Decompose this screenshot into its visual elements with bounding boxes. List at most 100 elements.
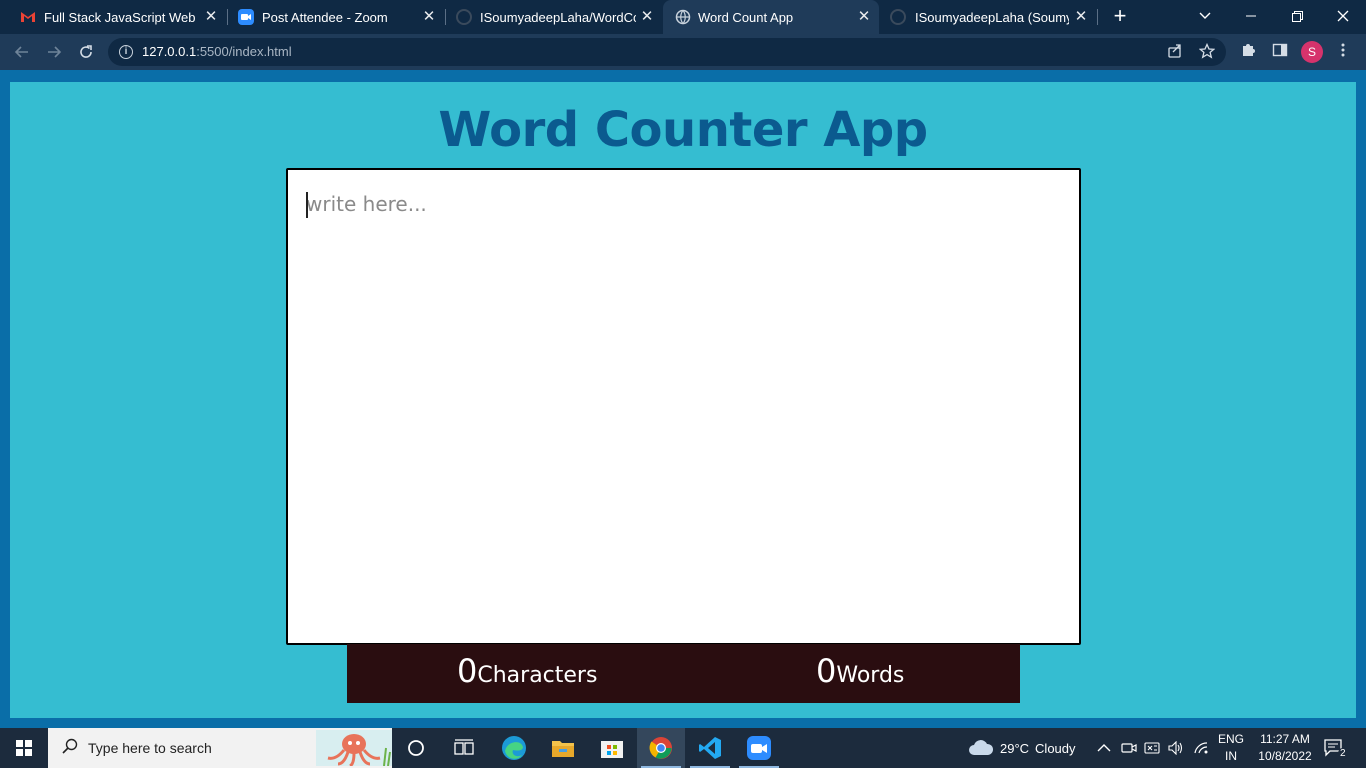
tab-github-repo[interactable]: ISoumyadeepLaha/WordCou ✕ <box>446 0 662 34</box>
tab-title: ISoumyadeepLaha (Soumyad <box>915 9 1069 25</box>
forward-arrow-icon <box>48 46 62 58</box>
profile-avatar[interactable]: S <box>1301 41 1323 63</box>
word-count-value: 0 <box>816 652 837 690</box>
vscode-icon <box>699 737 721 759</box>
edge-icon <box>502 736 526 760</box>
restore-button[interactable] <box>1274 0 1320 32</box>
close-icon <box>1337 10 1349 22</box>
back-arrow-icon <box>14 46 28 58</box>
tab-zoom[interactable]: Post Attendee - Zoom ✕ <box>228 0 444 34</box>
taskbar-search[interactable]: Type here to search <box>48 728 392 768</box>
language-indicator[interactable]: ENG IN <box>1214 731 1248 765</box>
volume-button[interactable] <box>1168 728 1184 768</box>
notification-center-button[interactable]: 2 <box>1324 728 1348 768</box>
back-button[interactable] <box>10 40 34 64</box>
url-path: :5500/index.html <box>196 44 292 59</box>
zoom-icon <box>238 9 254 25</box>
browser-tab-strip: Full Stack JavaScript Web De ✕ Post Atte… <box>0 0 1366 34</box>
globe-icon <box>675 9 691 25</box>
text-input[interactable] <box>288 170 1079 643</box>
windows-taskbar: Type here to search 29°C Cloudy ENG IN 1… <box>0 728 1366 768</box>
close-window-button[interactable] <box>1320 0 1366 32</box>
windows-logo-icon <box>16 740 32 756</box>
zoom-icon <box>747 736 771 760</box>
side-panel-icon[interactable] <box>1270 42 1290 62</box>
file-explorer-icon <box>552 741 574 757</box>
gmail-icon <box>21 12 35 22</box>
tab-gmail[interactable]: Full Stack JavaScript Web De ✕ <box>8 0 226 34</box>
new-tab-button[interactable]: + <box>1108 5 1132 29</box>
restore-icon <box>1291 10 1303 22</box>
tab-close-icon[interactable]: ✕ <box>855 8 873 26</box>
taskbar-edge[interactable] <box>490 728 538 768</box>
show-hidden-icons-button[interactable] <box>1097 728 1111 768</box>
extensions-puzzle-icon[interactable] <box>1238 42 1258 62</box>
kebab-menu-icon[interactable] <box>1333 42 1353 62</box>
tab-search-button[interactable] <box>1182 0 1228 32</box>
taskbar-chrome[interactable] <box>637 728 685 768</box>
task-view-icon <box>454 739 474 755</box>
cortana-icon <box>408 740 424 756</box>
taskbar-file-explorer[interactable] <box>539 728 587 768</box>
minimize-button[interactable] <box>1228 0 1274 32</box>
keyboard-ime-icon <box>1144 742 1160 754</box>
tab-title: Post Attendee - Zoom <box>262 9 388 25</box>
task-view-button[interactable] <box>440 728 488 768</box>
chrome-icon <box>649 737 672 759</box>
tab-title: Word Count App <box>698 9 794 25</box>
taskbar-zoom[interactable] <box>735 728 783 768</box>
weather-temp: 29°C <box>1000 740 1030 756</box>
taskbar-vscode[interactable] <box>686 728 734 768</box>
cloud-icon <box>969 740 994 755</box>
url-host: 127.0.0.1 <box>142 44 197 59</box>
chevron-down-icon <box>1199 12 1211 19</box>
tab-close-icon[interactable]: ✕ <box>638 8 656 26</box>
tab-separator <box>1097 9 1098 25</box>
reload-icon <box>80 45 92 58</box>
language-code: ENG <box>1217 732 1244 746</box>
tab-title: ISoumyadeepLaha/WordCou <box>480 9 636 25</box>
site-info-icon[interactable]: i <box>119 45 133 59</box>
microsoft-store-icon <box>601 741 623 758</box>
weather-desc: Cloudy <box>1035 740 1076 756</box>
reload-button[interactable] <box>74 40 98 64</box>
notification-count-badge: 2 <box>1338 747 1348 759</box>
start-button[interactable] <box>0 728 48 768</box>
taskbar-microsoft-store[interactable] <box>588 728 636 768</box>
ime-indicator[interactable] <box>1144 728 1160 768</box>
tab-title: Full Stack JavaScript Web De <box>44 9 199 25</box>
app-container: Word Counter App 0 Characters 0 Words <box>10 82 1356 718</box>
character-count-label: Characters <box>477 663 598 688</box>
tab-close-icon[interactable]: ✕ <box>1072 8 1090 26</box>
tab-close-icon[interactable]: ✕ <box>202 8 220 26</box>
search-placeholder: Type here to search <box>88 740 212 756</box>
meet-now-icon <box>1121 743 1137 753</box>
network-button[interactable] <box>1193 728 1209 768</box>
stats-bar: 0 Characters 0 Words <box>347 644 1020 703</box>
weather-widget[interactable]: 29°C Cloudy <box>968 728 1076 768</box>
tab-close-icon[interactable]: ✕ <box>420 8 438 26</box>
meet-now-button[interactable] <box>1121 728 1137 768</box>
cortana-button[interactable] <box>392 728 440 768</box>
wifi-icon <box>1194 742 1208 754</box>
language-region: IN <box>1225 749 1237 763</box>
text-cursor <box>306 192 308 218</box>
bookmark-star-icon[interactable] <box>1198 42 1216 61</box>
character-count-value: 0 <box>457 652 478 690</box>
taskbar-clock[interactable]: 11:27 AM 10/8/2022 <box>1252 731 1318 765</box>
word-count: 0 Words <box>816 652 904 690</box>
tab-word-count-app[interactable]: Word Count App ✕ <box>663 0 879 34</box>
browser-toolbar: i 127.0.0.1:5500/index.html S <box>0 34 1366 70</box>
minimize-icon <box>1246 15 1256 17</box>
share-icon[interactable] <box>1166 43 1184 61</box>
page-title: Word Counter App <box>438 102 928 158</box>
octopus-illustration-icon <box>316 730 392 766</box>
forward-button[interactable] <box>42 40 66 64</box>
address-bar[interactable]: i 127.0.0.1:5500/index.html <box>108 38 1226 66</box>
github-icon <box>890 9 906 25</box>
chevron-up-icon <box>1097 744 1111 752</box>
search-icon <box>62 738 78 759</box>
url-text[interactable]: 127.0.0.1:5500/index.html <box>142 44 292 59</box>
tab-github-profile[interactable]: ISoumyadeepLaha (Soumyad ✕ <box>880 0 1096 34</box>
browser-viewport: Word Counter App 0 Characters 0 Words <box>0 70 1366 728</box>
